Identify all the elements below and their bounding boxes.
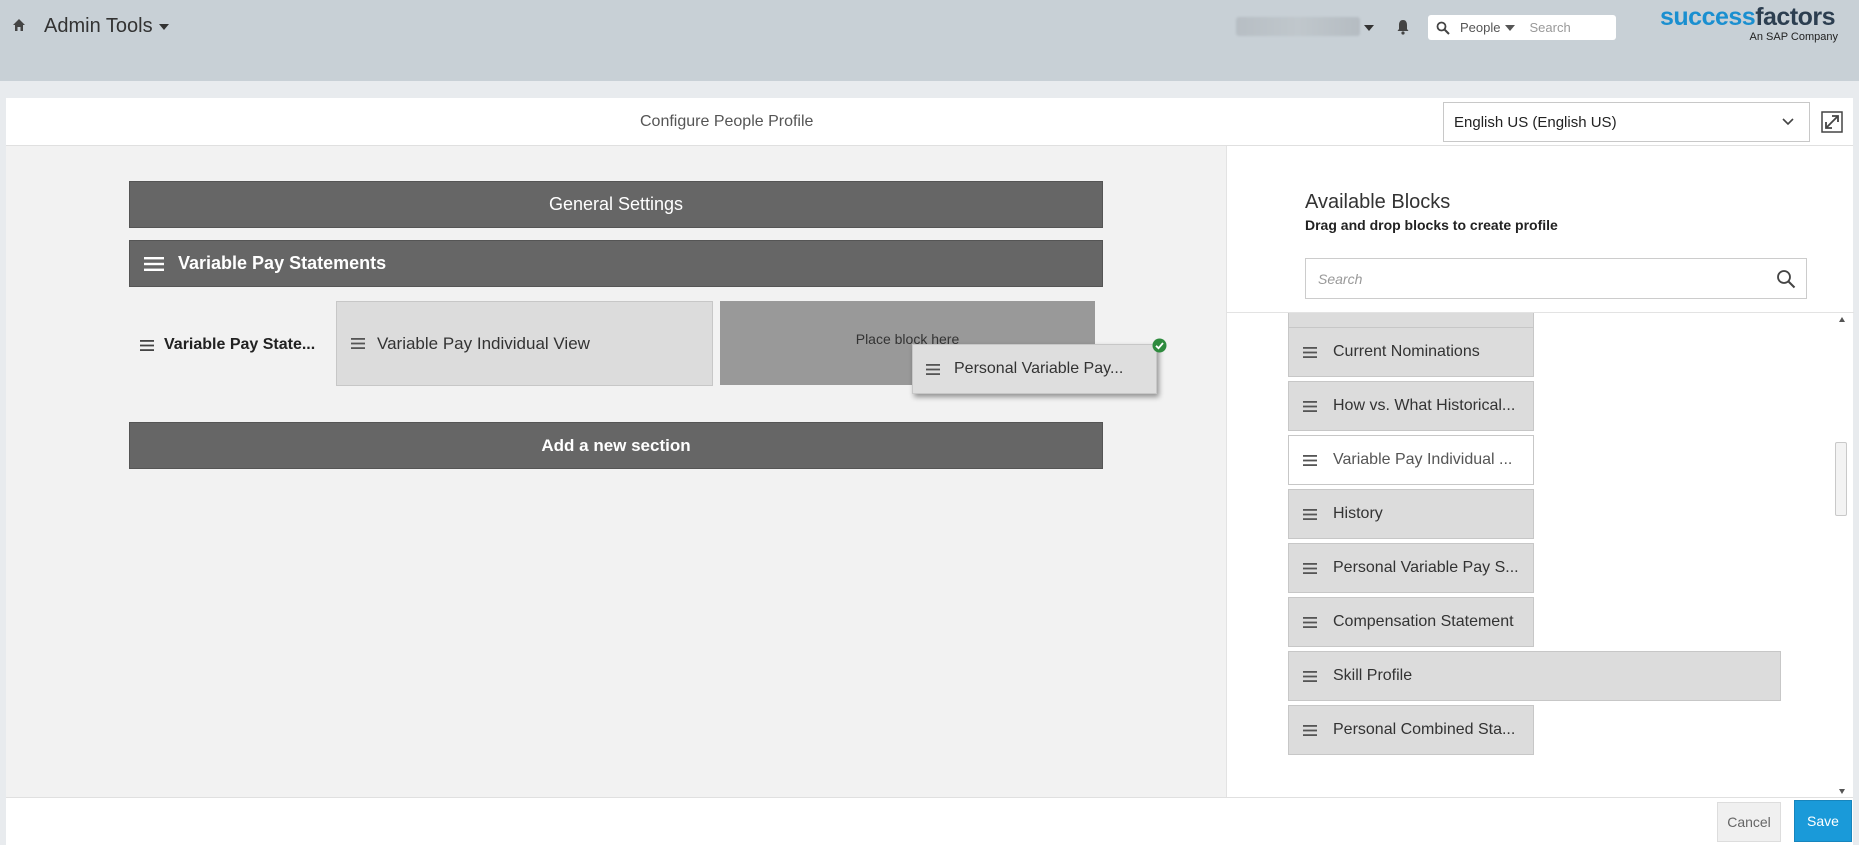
drag-handle-icon[interactable] bbox=[1303, 454, 1317, 466]
scrollbar[interactable] bbox=[1836, 313, 1848, 797]
user-name-blurred[interactable] bbox=[1236, 17, 1360, 36]
language-select[interactable]: English US (English US) bbox=[1443, 102, 1810, 142]
blocks-search-placeholder: Search bbox=[1318, 270, 1363, 287]
list-item-label: Compensation Statement bbox=[1333, 613, 1514, 630]
list-item[interactable]: How vs. What Historical... bbox=[1288, 381, 1534, 431]
home-icon[interactable] bbox=[12, 18, 26, 32]
search-icon bbox=[1436, 21, 1450, 35]
list-item-label: Skill Profile bbox=[1333, 667, 1413, 684]
hamburger-icon[interactable] bbox=[144, 256, 164, 272]
list-item[interactable]: History bbox=[1288, 489, 1534, 539]
drag-handle-icon[interactable] bbox=[1303, 724, 1317, 736]
list-item-label: Current Nominations bbox=[1333, 343, 1480, 360]
available-blocks-title: Available Blocks bbox=[1305, 191, 1451, 213]
drag-handle-icon[interactable] bbox=[1303, 400, 1317, 412]
section-header-variable-pay[interactable]: Variable Pay Statements bbox=[129, 240, 1103, 287]
admin-tools-menu[interactable]: Admin Tools bbox=[44, 15, 169, 38]
global-search[interactable]: People Search bbox=[1428, 15, 1616, 40]
logo-text-success: success bbox=[1660, 3, 1756, 31]
list-item[interactable]: Personal Combined Sta... bbox=[1288, 705, 1534, 755]
row-label[interactable]: Variable Pay State... bbox=[140, 336, 315, 354]
chevron-down-icon bbox=[158, 23, 169, 30]
panel-footer: Cancel Save bbox=[6, 797, 1853, 845]
block-label: Variable Pay Individual View bbox=[377, 333, 590, 353]
logo-subtitle: An SAP Company bbox=[1749, 31, 1838, 43]
profile-canvas: General Settings Variable Pay Statements… bbox=[6, 146, 1226, 797]
drag-handle-icon[interactable] bbox=[351, 338, 365, 349]
section-title: Variable Pay Statements bbox=[178, 253, 387, 273]
add-section-label: Add a new section bbox=[541, 435, 691, 455]
expand-icon[interactable] bbox=[1821, 111, 1843, 133]
list-item[interactable]: Skill Profile bbox=[1288, 651, 1781, 701]
save-button[interactable]: Save bbox=[1794, 800, 1852, 842]
cancel-button[interactable]: Cancel bbox=[1717, 802, 1781, 842]
list-item-label: Variable Pay Individual ... bbox=[1333, 451, 1513, 468]
user-menu-chevron-icon[interactable] bbox=[1364, 25, 1374, 31]
dragging-block-label: Personal Variable Pay... bbox=[954, 360, 1124, 377]
add-section-button[interactable]: Add a new section bbox=[129, 422, 1103, 469]
blocks-search-input[interactable]: Search bbox=[1305, 258, 1807, 299]
panel-header: Configure People Profile English US (Eng… bbox=[6, 98, 1853, 146]
search-scope-label: People bbox=[1460, 20, 1501, 35]
search-input[interactable]: Search bbox=[1529, 20, 1570, 35]
general-settings-bar[interactable]: General Settings bbox=[129, 181, 1103, 228]
list-item-label: How vs. What Historical... bbox=[1333, 397, 1516, 414]
drag-handle-icon[interactable] bbox=[1303, 670, 1317, 682]
list-item[interactable]: Personal Variable Pay S... bbox=[1288, 543, 1534, 593]
drag-handle-icon[interactable] bbox=[1303, 616, 1317, 628]
drag-handle-icon[interactable] bbox=[1303, 346, 1317, 358]
page-title: Configure People Profile bbox=[640, 113, 814, 130]
list-item[interactable]: Variable Pay Individual ... bbox=[1288, 435, 1534, 485]
language-select-value: English US (English US) bbox=[1454, 113, 1617, 131]
general-settings-label: General Settings bbox=[548, 194, 684, 214]
configure-panel: Configure People Profile English US (Eng… bbox=[6, 98, 1854, 845]
successfactors-logo: successfactors An SAP Company bbox=[1660, 3, 1850, 45]
dragging-block[interactable]: Personal Variable Pay... bbox=[912, 344, 1157, 394]
check-circle-icon bbox=[1152, 338, 1167, 353]
available-blocks-pane: Available Blocks Drag and drop blocks to… bbox=[1226, 146, 1854, 797]
chevron-down-icon bbox=[1782, 118, 1794, 126]
drag-handle-icon[interactable] bbox=[140, 339, 154, 351]
bell-icon[interactable] bbox=[1396, 19, 1410, 35]
list-item[interactable]: Compensation Statement bbox=[1288, 597, 1534, 647]
available-blocks-list: Current Nominations How vs. What Histori… bbox=[1227, 312, 1854, 797]
list-item-label: History bbox=[1333, 505, 1383, 522]
available-blocks-subtitle: Drag and drop blocks to create profile bbox=[1305, 217, 1558, 233]
admin-tools-label: Admin Tools bbox=[44, 15, 153, 37]
top-header: Admin Tools People Search successfactors… bbox=[0, 0, 1859, 81]
scrollbar-thumb[interactable] bbox=[1835, 442, 1847, 516]
row-label-text: Variable Pay State... bbox=[164, 336, 316, 353]
search-icon[interactable] bbox=[1776, 269, 1796, 289]
chevron-down-icon bbox=[1505, 24, 1516, 31]
drag-handle-icon[interactable] bbox=[1303, 562, 1317, 574]
drag-handle-icon[interactable] bbox=[1303, 508, 1317, 520]
logo-text-factors: factors bbox=[1755, 3, 1836, 31]
block-variable-pay-individual-view[interactable]: Variable Pay Individual View bbox=[336, 301, 713, 386]
drag-handle-icon[interactable] bbox=[926, 363, 940, 375]
list-item-label: Personal Variable Pay S... bbox=[1333, 559, 1519, 576]
search-scope-dropdown[interactable]: People bbox=[1460, 20, 1516, 35]
list-item[interactable]: Current Nominations bbox=[1288, 327, 1534, 377]
list-item-label: Personal Combined Sta... bbox=[1333, 721, 1516, 738]
